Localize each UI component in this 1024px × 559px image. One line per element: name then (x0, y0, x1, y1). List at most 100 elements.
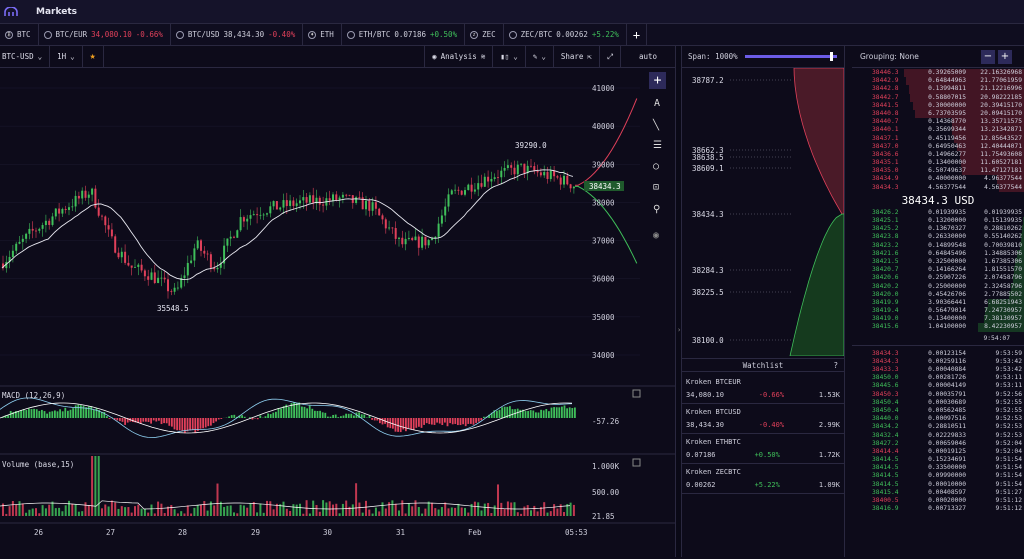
candle-body (378, 209, 380, 216)
macd-bar (288, 407, 290, 418)
bid-row[interactable]: 38420.20.250000002.32458796 (852, 283, 1024, 291)
macd-bar (382, 418, 384, 424)
watchlist-item[interactable]: Kroken ZECBTC0.00262+5.22%1.09K (682, 464, 844, 494)
ask-row[interactable]: 38441.50.3000000020.39415170 (852, 102, 1024, 110)
chart-type-button[interactable]: ▮▯⌄ (493, 46, 526, 68)
close-pane-icon[interactable] (633, 390, 640, 397)
text-tool-icon[interactable]: A (654, 98, 660, 109)
chevron-down-icon: ⌄ (541, 52, 546, 61)
grouping-plus-button[interactable]: + (998, 50, 1012, 64)
macd-bar (512, 409, 514, 418)
fib-tool-icon[interactable]: ☰ (653, 140, 662, 151)
visibility-icon[interactable]: ◉ (653, 230, 659, 241)
volume-bar (500, 503, 502, 516)
macd-value: -57.26 (592, 417, 620, 426)
candle-body (457, 190, 459, 191)
bid-row[interactable]: 38419.93.903664416.68251943 (852, 299, 1024, 307)
candle-body (388, 228, 390, 229)
ask-row[interactable]: 38434.34.563775444.56377544 (852, 184, 1024, 192)
candle-body (108, 225, 110, 229)
tab-btc-usd[interactable]: BTC/USD38,434.30-0.40% (171, 24, 303, 46)
bid-row[interactable]: 38426.20.019399350.01939935 (852, 209, 1024, 217)
auto-scale-button[interactable]: auto (621, 46, 675, 68)
volume-bar (45, 508, 47, 516)
macd-bar (538, 413, 540, 418)
chevron-down-icon: ⌄ (38, 52, 43, 61)
bid-row[interactable]: 38421.60.648454961.34885306 (852, 250, 1024, 258)
macd-bar (564, 405, 566, 418)
ask-row[interactable]: 38442.70.5880701520.98222185 (852, 94, 1024, 102)
pair-icon (347, 31, 355, 39)
ask-row[interactable]: 38440.86.7370359520.09415170 (852, 110, 1024, 118)
candle-body (48, 221, 50, 225)
help-icon[interactable]: ? (833, 359, 838, 372)
grouping-label[interactable]: Grouping: None (860, 52, 919, 61)
macd-bar (397, 418, 399, 432)
pin-tool-icon[interactable]: ⚲ (653, 204, 660, 215)
bid-row[interactable]: 38425.10.132000000.15139935 (852, 217, 1024, 225)
close-pane-icon[interactable] (633, 459, 640, 466)
share-button[interactable]: Share⇱ (554, 46, 600, 68)
volume-bar (401, 500, 403, 516)
volume-bar (170, 505, 172, 516)
chevron-down-icon: ⌄ (513, 52, 518, 61)
star-icon: ★ (90, 51, 96, 62)
add-tab-button[interactable]: + (627, 24, 647, 46)
price-axis: 4100040000390003800037000360003500034000 (592, 84, 615, 360)
span-slider[interactable] (745, 55, 837, 58)
tab-btc[interactable]: ₿BTC (0, 24, 39, 46)
interval-select[interactable]: 1H⌄ (50, 46, 83, 68)
circle-tool-icon[interactable]: ○ (653, 161, 659, 172)
bid-row[interactable]: 38415.61.041000008.42230957 (852, 323, 1024, 331)
tab-eth-btc[interactable]: ETH/BTC0.07186+0.50% (342, 24, 465, 46)
ask-row[interactable]: 38437.10.4511945612.85643527 (852, 135, 1024, 143)
bid-row[interactable]: 38420.70.141662641.81551570 (852, 266, 1024, 274)
book-amount: 0.39265009 (910, 69, 966, 77)
draw-tool-button[interactable]: ✎⌄ (526, 46, 554, 68)
favorite-button[interactable]: ★ (83, 46, 104, 68)
tab-btc-eur[interactable]: BTC/EUR34,080.10-0.66% (39, 24, 171, 46)
analysis-label: Analysis (441, 52, 477, 61)
add-indicator-button[interactable]: + (649, 72, 666, 89)
bid-row[interactable]: 38421.50.325000001.67385306 (852, 258, 1024, 266)
price-chart-svg[interactable]: 4100040000390003800037000360003500034000… (0, 68, 675, 557)
pair-select[interactable]: BTC-USD⌄ (0, 46, 50, 68)
watchlist-item[interactable]: Kroken BTCEUR34,080.10-0.66%1.53K (682, 374, 844, 404)
watchlist-item[interactable]: Kroken BTCUSD38,434.30-0.40%2.99K (682, 404, 844, 434)
ask-row[interactable]: 38436.60.1496627711.75493608 (852, 151, 1024, 159)
volume-bar (19, 501, 21, 516)
candle-body (319, 198, 321, 205)
ask-row[interactable]: 38440.10.3569934413.21342871 (852, 126, 1024, 134)
analysis-button[interactable]: ◉Analysis≋ (424, 46, 493, 68)
ask-row[interactable]: 38437.00.6495046312.40444071 (852, 143, 1024, 151)
depth-bid-area (790, 214, 844, 356)
bid-row[interactable]: 38423.20.148995480.70039810 (852, 242, 1024, 250)
bid-row[interactable]: 38419.40.564790147.24730957 (852, 307, 1024, 315)
last-price-label: 38434.3 (589, 182, 621, 191)
ask-row[interactable]: 38435.06.5074963711.47127181 (852, 167, 1024, 175)
ask-row[interactable]: 38435.10.1340000011.60527181 (852, 159, 1024, 167)
tab-zec[interactable]: zZEC (465, 24, 504, 46)
bid-row[interactable]: 38420.00.454267062.77885502 (852, 291, 1024, 299)
span-slider-handle[interactable] (830, 52, 833, 61)
volume-bar (441, 507, 443, 516)
tab-eth[interactable]: ♦ETH (303, 24, 342, 46)
bid-row[interactable]: 38423.80.263300000.55140262 (852, 233, 1024, 241)
tab-zec-btc[interactable]: ZEC/BTC0.00262+5.22% (504, 24, 627, 46)
ask-row[interactable]: 38442.90.6484496321.77061959 (852, 77, 1024, 85)
grouping-minus-button[interactable]: − (981, 50, 995, 64)
ask-row[interactable]: 38446.30.3926500922.16326968 (852, 69, 1024, 77)
ask-row[interactable]: 38434.90.400000004.96377544 (852, 175, 1024, 183)
bid-row[interactable]: 38420.60.259072262.07458796 (852, 274, 1024, 282)
fullscreen-button[interactable]: ⤢ (600, 46, 621, 68)
bid-row[interactable]: 38425.20.136703270.28810262 (852, 225, 1024, 233)
depth-chart[interactable]: 38787.238662.338638.538609.138434.338284… (682, 68, 844, 356)
watchlist-item[interactable]: Kroken ETHBTC0.07186+0.50%1.72K (682, 434, 844, 464)
ruler-tool-icon[interactable]: ⊡ (653, 182, 659, 193)
ask-row[interactable]: 38442.80.1399481121.12216996 (852, 85, 1024, 93)
line-tool-icon[interactable]: ╲ (653, 120, 659, 131)
kraken-logo-icon[interactable] (0, 0, 22, 24)
bid-row[interactable]: 38419.00.134000007.38130957 (852, 315, 1024, 323)
chart-area[interactable]: 4100040000390003800037000360003500034000… (0, 68, 675, 557)
ask-row[interactable]: 38440.70.1436877013.35711575 (852, 118, 1024, 126)
